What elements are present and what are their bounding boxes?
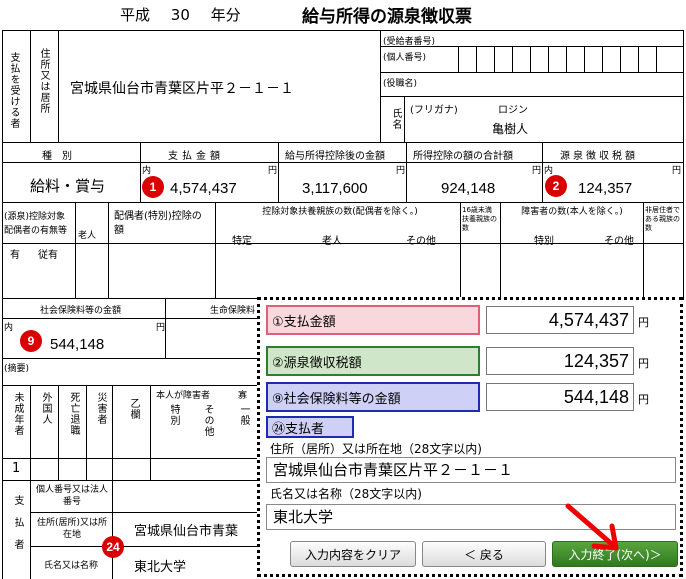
pay-yen: 円 — [638, 316, 649, 329]
income-type: 給料・賞与 — [30, 177, 106, 195]
spouse-deduction-header: 配偶者(特別)控除の額 — [114, 211, 202, 236]
social-amount-label: ⑨社会保険料等の金額 — [266, 382, 480, 412]
payer-number-label: 個人番号又は法人番号 — [36, 485, 109, 507]
life-insurance-label: 生命保険料 — [210, 306, 256, 316]
social-yen: 円 — [638, 393, 649, 406]
deduct-yen-mark: 円 — [532, 166, 542, 176]
nonresident-header: 非居住者である親族の数 — [645, 206, 680, 232]
social-inner-mark: 内 — [4, 323, 14, 333]
payer-section-label: ㉔支払者 — [266, 416, 354, 438]
has-spouse: 有 — [10, 250, 20, 261]
recipient-number-label: (受給者番号) — [383, 37, 436, 47]
arrow-icon — [565, 503, 619, 551]
furigana-value: ロジン — [498, 105, 528, 116]
form-title: 給与所得の源泉徴収票 — [302, 7, 472, 27]
elderly-dep-header: 老人 — [322, 236, 342, 247]
after-deduction-amount: 3,117,600 — [302, 180, 368, 197]
other-header: その他 — [202, 404, 213, 437]
deduction-total-amount: 924,148 — [441, 180, 496, 197]
specific-header: 特定 — [232, 236, 252, 247]
pay-amount-field[interactable]: 4,574,437 — [486, 306, 634, 334]
elderly-header: 老人 — [78, 231, 97, 241]
after-yen-mark: 円 — [396, 166, 406, 176]
social-insurance-amount: 544,148 — [50, 336, 105, 353]
badge-9: 9 — [20, 330, 42, 352]
year-text: 30 — [170, 6, 190, 24]
payer-name-label: 氏名又は名称 — [44, 561, 99, 571]
payer-address-field[interactable]: 宮城県仙台市青葉区片平２－１－１ — [266, 457, 676, 483]
special-header: 特別 — [168, 404, 179, 426]
after-deduction-header: 給与所得控除後の金額 — [285, 151, 385, 162]
tax-inner-mark: 内 — [544, 166, 554, 176]
recipient-name: 亀樹人 — [492, 122, 529, 136]
badge-2: 2 — [545, 175, 567, 197]
otsu-header: 乙欄 — [128, 398, 139, 420]
self-disabled-header: 本人が障害者 — [156, 391, 211, 401]
badge-24: 24 — [102, 536, 124, 558]
dependents-header: 控除対象扶養親族の数(配偶者を除く。) — [262, 207, 418, 217]
pay-amount-label: ①支払金額 — [266, 305, 480, 335]
social-yen-mark: 円 — [156, 323, 166, 333]
other-dep-header: その他 — [406, 236, 436, 247]
minor-value: 1 — [12, 461, 21, 476]
social-amount-field[interactable]: 544,148 — [486, 383, 634, 411]
spouse-header: (源泉)控除対象配偶者の有無等 — [4, 212, 68, 236]
widow-header: 寡 — [238, 391, 248, 401]
disabled-header: 障害者の数(本人を除く。) — [521, 207, 623, 217]
badge-1: 1 — [142, 176, 164, 198]
tax-amount: 124,357 — [578, 180, 633, 197]
address-label: 住所又は居所 — [38, 48, 49, 114]
under16-header: 16歳未満扶養親族の数 — [462, 206, 497, 232]
payer-address-label: 住所(居所)又は所在地 — [36, 518, 108, 540]
tax-amount-field[interactable]: 124,357 — [486, 347, 634, 375]
payer-label: 支払者 — [12, 495, 23, 561]
header-year: 平成 30 年分 — [120, 4, 241, 25]
payer-address-caption: 住所（居所）又は所在地（28文字以内) — [270, 442, 482, 456]
payer-name-caption: 氏名又は名称（28文字以内) — [270, 487, 422, 501]
special-disabled-header: 特別 — [534, 236, 554, 247]
deduction-total-header: 所得控除の額の合計額 — [413, 151, 513, 162]
recipient-label: 支払を受ける者 — [8, 52, 19, 129]
clear-button[interactable]: 入力内容をクリア — [290, 541, 416, 567]
year-suffix: 年分 — [210, 6, 241, 24]
back-button[interactable]: ＜ 戻る — [422, 541, 546, 567]
death-retire-header: 死亡退職 — [68, 392, 79, 436]
other-disabled-header: その他 — [604, 236, 634, 247]
type-header: 種別 — [42, 151, 82, 162]
disaster-header: 災害者 — [95, 392, 106, 425]
furigana-label: (フリガナ) — [410, 105, 458, 116]
name-label: 氏名 — [390, 108, 401, 130]
pay-header: 支払金額 — [168, 151, 224, 162]
pay-yen-mark: 円 — [268, 166, 278, 176]
tax-header: 源泉徴収税額 — [560, 151, 638, 162]
tax-yen: 円 — [638, 357, 649, 370]
summary-label: (摘要) — [4, 364, 30, 374]
tax-amount-label: ②源泉徴収税額 — [266, 346, 480, 376]
era-text: 平成 — [120, 6, 151, 24]
general-header: 一般 — [238, 404, 249, 426]
recipient-address: 宮城県仙台市青葉区片平２－１－１ — [70, 81, 294, 97]
tax-yen-mark: 円 — [672, 166, 682, 176]
personal-number-label: (個人番号) — [383, 53, 427, 63]
has-dependent: 従有 — [38, 250, 58, 261]
title-label: (役職名) — [383, 79, 418, 89]
payer-name: 東北大学 — [134, 560, 187, 575]
foreigner-header: 外国人 — [40, 392, 51, 425]
minor-header: 未成年者 — [12, 392, 23, 436]
social-insurance-label: 社会保険料等の金額 — [40, 306, 122, 316]
pay-inner-mark: 内 — [142, 166, 152, 176]
pay-amount: 4,574,437 — [170, 180, 237, 197]
payer-address: 宮城県仙台市青葉 — [134, 524, 239, 539]
